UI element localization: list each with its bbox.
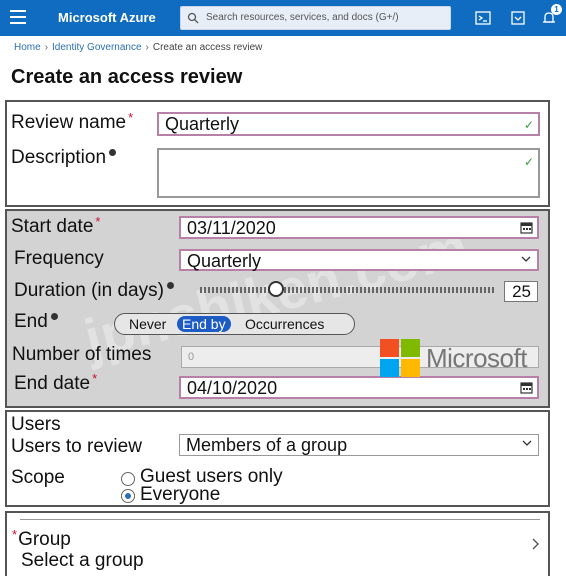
notification-count-badge: 1 <box>551 4 562 15</box>
users-section <box>5 410 550 507</box>
duration-value-input[interactable]: 25 <box>504 281 538 302</box>
breadcrumb: Home › Identity Governance › Create an acces… <box>14 42 262 53</box>
duration-slider-track[interactable] <box>200 287 494 293</box>
calendar-icon[interactable] <box>520 381 533 394</box>
users-section-label: Users <box>11 414 61 435</box>
scope-label: Scope <box>11 467 65 488</box>
search-icon <box>187 12 199 24</box>
frequency-label: Frequency <box>14 248 104 269</box>
breadcrumb-home[interactable]: Home <box>14 42 41 53</box>
info-icon[interactable] <box>166 282 174 289</box>
frequency-dropdown[interactable]: Quarterly <box>179 249 539 271</box>
page-title: Create an access review <box>11 66 243 88</box>
info-icon[interactable] <box>50 313 58 320</box>
scope-guest-radio[interactable] <box>121 472 135 486</box>
cloud-shell-icon[interactable] <box>474 9 492 27</box>
global-search-input[interactable]: Search resources, services, and docs (G+… <box>180 6 451 30</box>
breadcrumb-separator: › <box>145 42 149 53</box>
duration-slider-thumb[interactable] <box>268 281 284 297</box>
scope-everyone-label[interactable]: Everyone <box>140 484 220 506</box>
review-name-label: Review name * <box>11 110 134 133</box>
directory-filter-icon[interactable] <box>509 9 527 27</box>
search-placeholder: Search resources, services, and docs (G+… <box>206 12 399 23</box>
microsoft-logo-icon <box>380 339 422 379</box>
number-of-times-label: Number of times <box>12 344 152 365</box>
end-option-occurrences[interactable]: Occurrences <box>245 316 324 332</box>
select-group-link[interactable]: Select a group <box>21 550 144 572</box>
top-navigation-bar: Microsoft Azure Search resources, servic… <box>0 0 566 36</box>
valid-check-icon: ✓ <box>523 118 534 132</box>
users-to-review-dropdown[interactable]: Members of a group <box>179 434 539 456</box>
info-icon[interactable] <box>109 149 117 156</box>
end-option-end-by[interactable]: End by <box>177 316 231 332</box>
scope-everyone-radio[interactable] <box>121 489 135 503</box>
hamburger-menu-icon[interactable] <box>10 10 26 24</box>
description-field[interactable]: ✓ <box>157 148 540 198</box>
breadcrumb-separator: › <box>44 42 49 53</box>
description-label: Description <box>11 147 117 169</box>
breadcrumb-current: Create an access review <box>152 42 263 53</box>
start-date-field[interactable]: 03/11/2020 <box>179 216 539 239</box>
calendar-icon[interactable] <box>520 221 533 234</box>
chevron-right-icon[interactable] <box>530 537 540 551</box>
end-date-label: End date * <box>14 371 98 394</box>
group-label: *Group <box>12 527 71 550</box>
microsoft-logo-text: Microsoft <box>426 343 527 373</box>
review-name-field[interactable]: Quarterly ✓ <box>157 112 540 136</box>
users-to-review-label: Users to review <box>11 436 142 457</box>
valid-check-icon: ✓ <box>523 155 534 169</box>
end-option-selector: Never End by Occurrences <box>114 313 355 335</box>
breadcrumb-identity-governance[interactable]: Identity Governance <box>52 42 142 53</box>
end-date-field[interactable]: 04/10/2020 <box>179 376 539 399</box>
chevron-down-icon <box>522 440 532 446</box>
divider <box>20 519 540 520</box>
brand-title[interactable]: Microsoft Azure <box>58 10 156 25</box>
duration-label: Duration (in days) <box>14 280 174 302</box>
start-date-label: Start date * <box>11 214 101 237</box>
end-label: End <box>14 311 58 333</box>
chevron-down-icon <box>521 256 531 262</box>
end-option-never[interactable]: Never <box>129 316 166 332</box>
